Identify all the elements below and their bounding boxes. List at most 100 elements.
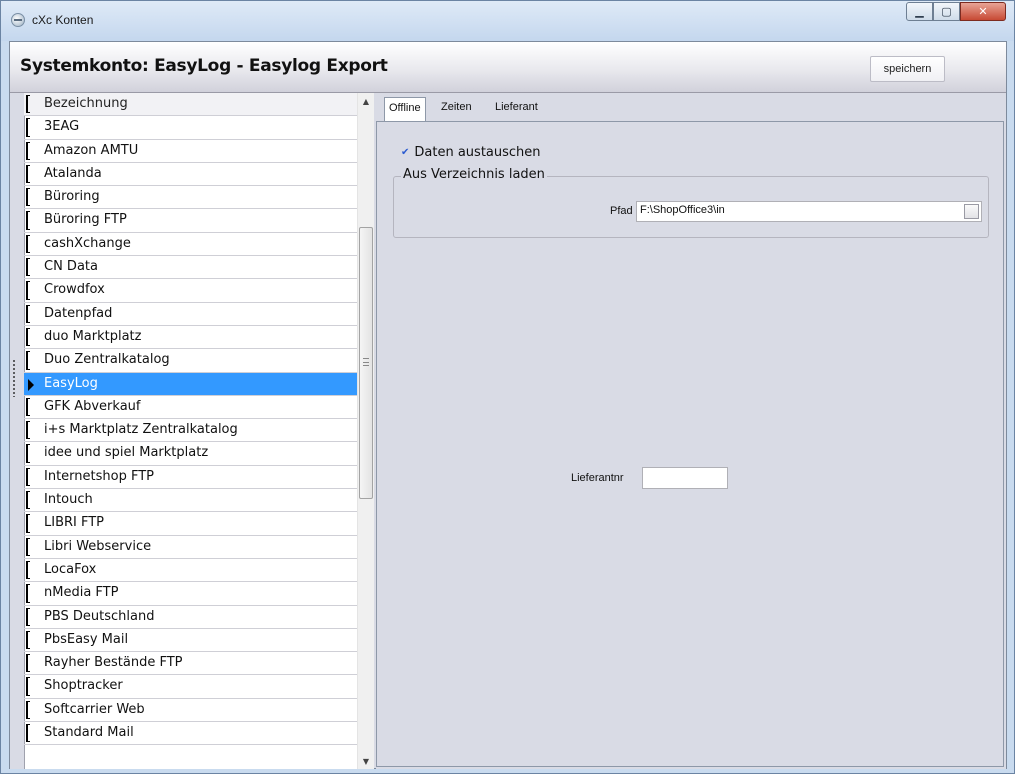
row-handle-icon	[26, 491, 30, 510]
row-handle-icon	[26, 560, 30, 580]
row-handle-icon	[26, 467, 30, 487]
title-bar[interactable]: cXc Konten ▁ ▢ ✕	[1, 1, 1014, 41]
list-item[interactable]: Rayher Bestände FTP	[24, 652, 357, 676]
list-item[interactable]: GFK Abverkauf	[24, 396, 357, 420]
list-item[interactable]: Standard Mail	[24, 722, 357, 746]
minimize-button[interactable]: ▁	[906, 2, 933, 21]
list-item[interactable]: PbsEasy Mail	[24, 629, 357, 653]
exchange-checkbox[interactable]: ✔ Daten austauschen	[401, 145, 541, 160]
row-handle-icon	[26, 281, 30, 300]
column-header-label: Bezeichnung	[44, 96, 128, 111]
list-item-label: Intouch	[44, 492, 93, 508]
list-item-label: EasyLog	[44, 375, 98, 391]
list-item-label: 3EAG	[44, 119, 80, 135]
list-item[interactable]: Softcarrier Web	[24, 699, 357, 723]
list-item-label: Internetshop FTP	[44, 468, 154, 484]
list-item[interactable]: LIBRI FTP	[24, 512, 357, 536]
maximize-icon: ▢	[941, 5, 952, 18]
client-area: Systemkonto: EasyLog - Easylog Export sp…	[9, 41, 1007, 769]
row-handle-icon	[26, 304, 30, 323]
list-item-label: Atalanda	[44, 165, 102, 181]
minimize-icon: ▁	[915, 5, 924, 18]
supplier-number-input[interactable]	[642, 467, 728, 489]
row-handle-icon	[26, 630, 30, 650]
list-item[interactable]: Atalanda	[24, 163, 357, 187]
list-item[interactable]: Duo Zentralkatalog	[24, 349, 357, 373]
caption-buttons: ▁ ▢ ✕	[906, 2, 1006, 22]
save-button[interactable]: speichern	[870, 56, 945, 82]
settings-panel: Offline Zeiten Lieferant ✔ Daten austaus…	[376, 93, 1006, 769]
row-handle-icon	[26, 351, 30, 370]
tab-offline[interactable]: Offline	[384, 97, 426, 122]
path-input[interactable]: F:\ShopOffice3\in	[636, 201, 982, 222]
list-item[interactable]: LocaFox	[24, 559, 357, 583]
row-handle-icon	[26, 211, 30, 230]
scroll-down-arrow-icon[interactable]: ▼	[358, 753, 374, 769]
list-item-label: Shoptracker	[44, 678, 123, 694]
checkmark-icon[interactable]: ✔	[401, 147, 409, 158]
supplier-number-label: Lieferantnr	[571, 472, 624, 484]
list-left-border	[10, 93, 25, 769]
list-item[interactable]: CN Data	[24, 256, 357, 280]
row-handle-icon	[26, 444, 30, 463]
browse-button[interactable]	[964, 204, 979, 219]
page-header: Systemkonto: EasyLog - Easylog Export sp…	[10, 42, 1006, 93]
row-handle-icon	[26, 327, 30, 347]
row-handle-icon	[26, 537, 30, 556]
list-column-header[interactable]: Bezeichnung	[24, 93, 357, 117]
list-item-label: Datenpfad	[44, 305, 113, 321]
group-legend: Aus Verzeichnis laden	[401, 167, 547, 182]
list-item[interactable]: duo Marktplatz	[24, 326, 357, 350]
list-item[interactable]: cashXchange	[24, 233, 357, 257]
list-item[interactable]: 3EAG	[24, 116, 357, 140]
list-item-label: Büroring	[44, 189, 100, 205]
list-item-label: PbsEasy Mail	[44, 631, 129, 647]
list-item-label: nMedia FTP	[44, 585, 119, 601]
row-handle-icon	[26, 607, 30, 626]
row-handle-icon	[26, 421, 30, 440]
list-item[interactable]: Büroring FTP	[24, 209, 357, 233]
scrollbar-thumb[interactable]	[359, 227, 373, 499]
list-item[interactable]: PBS Deutschland	[24, 606, 357, 629]
list-item-label: Crowdfox	[44, 282, 105, 298]
row-handle-icon	[26, 700, 30, 720]
list-item[interactable]: Crowdfox	[24, 279, 357, 303]
list-scrollbar[interactable]: ▲ ▼	[357, 93, 374, 769]
list-item-label: Büroring FTP	[44, 212, 127, 228]
list-item[interactable]: idee und spiel Marktplatz	[24, 442, 357, 466]
app-window: cXc Konten ▁ ▢ ✕ Systemkonto: EasyLog - …	[0, 0, 1015, 774]
scroll-grip-icon	[363, 358, 369, 366]
row-handle-icon	[26, 118, 30, 137]
list-item-label: Libri Webservice	[44, 538, 152, 554]
tab-strip: Offline Zeiten Lieferant	[376, 93, 1006, 122]
list-item-label: i+s Marktplatz Zentralkatalog	[44, 422, 238, 438]
window-title: cXc Konten	[32, 13, 94, 27]
splitter-grip-icon[interactable]	[12, 359, 16, 397]
row-handle-icon	[26, 164, 30, 184]
row-handle-icon	[26, 188, 30, 207]
list-item[interactable]: Amazon AMTU	[24, 140, 357, 163]
list-item[interactable]: EasyLog	[24, 372, 357, 396]
list-item[interactable]: Libri Webservice	[24, 536, 357, 559]
list-item-label: Amazon AMTU	[44, 142, 139, 158]
tab-zeiten[interactable]: Zeiten	[441, 101, 472, 113]
list-item[interactable]: i+s Marktplatz Zentralkatalog	[24, 419, 357, 443]
row-handle-icon	[26, 724, 30, 743]
maximize-button[interactable]: ▢	[933, 2, 960, 21]
list-item[interactable]: Internetshop FTP	[24, 466, 357, 490]
scroll-up-arrow-icon[interactable]: ▲	[358, 93, 374, 109]
tab-lieferant[interactable]: Lieferant	[495, 101, 538, 113]
row-handle-icon	[26, 141, 30, 160]
list-item-label: Softcarrier Web	[44, 701, 145, 717]
list-item[interactable]: nMedia FTP	[24, 582, 357, 606]
page-title: Systemkonto: EasyLog - Easylog Export	[20, 56, 388, 76]
row-handle-icon	[26, 258, 30, 277]
list-item[interactable]: Intouch	[24, 489, 357, 513]
list-item[interactable]: Büroring	[24, 186, 357, 210]
account-list: Bezeichnung 3EAG Amazon AMTU Atalanda Büror…	[24, 93, 357, 769]
list-item[interactable]: Datenpfad	[24, 303, 357, 326]
close-button[interactable]: ✕	[960, 2, 1006, 21]
list-item-label: idee und spiel Marktplatz	[44, 445, 209, 461]
list-item-label: duo Marktplatz	[44, 328, 142, 344]
list-item[interactable]: Shoptracker	[24, 675, 357, 699]
